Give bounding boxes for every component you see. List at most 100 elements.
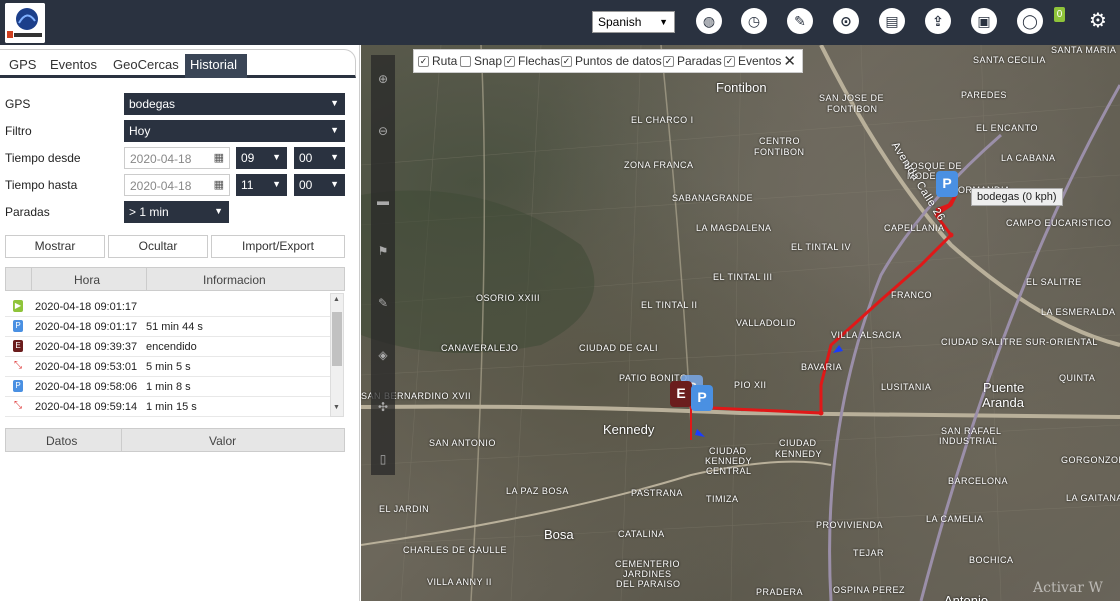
checkbox-checked[interactable]: ✓ bbox=[504, 55, 515, 67]
place-label: FRANCO bbox=[891, 290, 932, 300]
row-info: encendido bbox=[146, 341, 197, 353]
place-label: Puente bbox=[983, 380, 1025, 395]
close-icon[interactable]: ✕ bbox=[783, 52, 796, 70]
col-valor[interactable]: Valor bbox=[209, 434, 236, 448]
desde-date-input[interactable]: 2020-04-18 ▦ bbox=[124, 147, 230, 169]
flag-icon[interactable]: ⚑ bbox=[371, 239, 395, 263]
layer-flechas[interactable]: ✓ Flechas bbox=[504, 54, 560, 68]
place-label: SAN RAFAEL bbox=[941, 426, 1002, 436]
place-label: INDUSTRIAL bbox=[939, 436, 998, 446]
place-label: LA CAMELIA bbox=[926, 514, 984, 524]
gear-icon[interactable]: ⚙ bbox=[1087, 10, 1109, 32]
vehicle-tooltip: bodegas (0 kph) bbox=[971, 188, 1063, 206]
traffic-icon[interactable]: ▯ bbox=[371, 447, 395, 471]
place-label: CAMPO EUCARISTICO bbox=[1006, 218, 1112, 228]
layer-eventos[interactable]: ✓ Eventos bbox=[724, 54, 781, 68]
list-item[interactable]: ⤡ 2020-04-18 09:53:01 5 min 5 s bbox=[5, 357, 330, 377]
place-label: LA ESMERALDA bbox=[1041, 307, 1116, 317]
list-item[interactable]: ⤡ 2020-04-18 09:59:14 1 min 15 s bbox=[5, 397, 330, 417]
gps-select[interactable]: bodegas ▼ bbox=[124, 93, 345, 115]
col-hora[interactable]: Hora bbox=[74, 273, 100, 287]
place-label: DEL PARAISO bbox=[616, 579, 681, 589]
place-label: OSPINA PEREZ bbox=[833, 585, 906, 595]
parking-marker[interactable]: P bbox=[691, 385, 713, 411]
place-label: GORGONZOLA bbox=[1061, 455, 1120, 465]
image-icon[interactable]: ▣ bbox=[971, 8, 997, 34]
checkbox-checked[interactable]: ✓ bbox=[724, 55, 735, 67]
list-item[interactable]: P 2020-04-18 09:01:17 51 min 44 s bbox=[5, 317, 330, 337]
event-marker[interactable]: E bbox=[670, 381, 692, 407]
parking-marker[interactable]: P bbox=[936, 171, 958, 197]
tab-gps[interactable]: GPS bbox=[4, 54, 41, 78]
language-select[interactable]: Spanish ▼ bbox=[592, 11, 675, 33]
place-label: CENTRO bbox=[759, 136, 800, 146]
hasta-date-value: 2020-04-18 bbox=[130, 179, 192, 193]
marker-icon[interactable]: ⊙ bbox=[833, 8, 859, 34]
tab-eventos[interactable]: Eventos bbox=[45, 54, 102, 78]
history-list: ▶ 2020-04-18 09:01:17 P 2020-04-18 09:01… bbox=[5, 293, 330, 417]
pin-icon[interactable]: ✎ bbox=[787, 8, 813, 34]
scroll-thumb[interactable] bbox=[332, 312, 342, 366]
paradas-select[interactable]: > 1 min ▼ bbox=[124, 201, 229, 223]
move-icon[interactable]: ✣ bbox=[371, 395, 395, 419]
list-item[interactable]: E 2020-04-18 09:39:37 encendido bbox=[5, 337, 330, 357]
gps-value: bodegas bbox=[129, 97, 176, 111]
place-label: CIUDAD DE CALI bbox=[579, 343, 659, 353]
import-export-button[interactable]: Import/Export bbox=[211, 235, 345, 258]
scroll-down-icon[interactable]: ▼ bbox=[333, 404, 340, 411]
desde-min-select[interactable]: 00 ▼ bbox=[294, 147, 345, 169]
calendar-icon[interactable]: ▦ bbox=[214, 178, 224, 191]
hasta-min-select[interactable]: 00 ▼ bbox=[294, 174, 345, 196]
history-scrollbar[interactable]: ▲ ▼ bbox=[330, 293, 344, 417]
place-label: CIUDAD SALITRE SUR-ORIENTAL bbox=[941, 337, 1098, 347]
layer-ruta[interactable]: ✓ Ruta bbox=[418, 54, 457, 68]
checkbox-checked[interactable]: ✓ bbox=[561, 55, 572, 67]
chat-icon[interactable]: ◯ bbox=[1017, 8, 1043, 34]
pin-tool-icon[interactable]: ✎ bbox=[371, 291, 395, 315]
list-item[interactable]: ▶ 2020-04-18 09:01:17 bbox=[5, 297, 330, 317]
col-informacion[interactable]: Informacion bbox=[203, 273, 266, 287]
ocultar-button[interactable]: Ocultar bbox=[108, 235, 208, 258]
map-view[interactable]: Fontibon SAN JOSE DE FONTIBON EL CHARCO … bbox=[361, 45, 1120, 601]
place-label: SAN JOSE DE bbox=[819, 93, 885, 103]
zoom-in-icon[interactable]: ⊕ bbox=[371, 67, 395, 91]
place-label: TEJAR bbox=[853, 548, 885, 558]
place-label: Antonio bbox=[944, 593, 989, 601]
document-icon[interactable]: ▤ bbox=[879, 8, 905, 34]
checkbox-checked[interactable]: ✓ bbox=[663, 55, 674, 67]
desde-hour-select[interactable]: 09 ▼ bbox=[236, 147, 287, 169]
row-info: 5 min 5 s bbox=[146, 361, 191, 373]
tab-historial[interactable]: Historial bbox=[185, 54, 247, 78]
col-datos[interactable]: Datos bbox=[46, 434, 77, 448]
place-label: EL TINTAL III bbox=[713, 272, 773, 282]
share-icon[interactable]: ⇪ bbox=[925, 8, 951, 34]
hasta-hour-select[interactable]: 11 ▼ bbox=[236, 174, 287, 196]
layer-label: Paradas bbox=[677, 54, 722, 68]
car-icon[interactable]: ▬ bbox=[371, 189, 395, 213]
tab-geocercas[interactable]: GeoCercas bbox=[108, 54, 184, 78]
place-label: CAPELLANIA bbox=[884, 223, 945, 233]
layer-puntos[interactable]: ✓ Puntos de datos bbox=[561, 54, 662, 68]
place-label: EL SALITRE bbox=[1026, 277, 1082, 287]
clock-icon[interactable]: ◷ bbox=[741, 8, 767, 34]
place-label: CATALINA bbox=[618, 529, 665, 539]
tag-icon[interactable]: ◈ bbox=[371, 343, 395, 367]
layer-paradas[interactable]: ✓ Paradas bbox=[663, 54, 722, 68]
list-item[interactable]: P 2020-04-18 09:58:06 1 min 8 s bbox=[5, 377, 330, 397]
checkbox-checked[interactable]: ✓ bbox=[418, 55, 429, 67]
filtro-select[interactable]: Hoy ▼ bbox=[124, 120, 345, 142]
layer-snap[interactable]: Snap bbox=[460, 54, 502, 68]
calendar-icon[interactable]: ▦ bbox=[214, 151, 224, 164]
checkbox-unchecked[interactable] bbox=[460, 55, 471, 67]
place-label: JARDINES bbox=[623, 569, 672, 579]
place-label: SAN ANTONIO bbox=[429, 438, 496, 448]
mostrar-button[interactable]: Mostrar bbox=[5, 235, 105, 258]
hasta-date-input[interactable]: 2020-04-18 ▦ bbox=[124, 174, 230, 196]
data-table-body bbox=[5, 453, 345, 601]
filtro-value: Hoy bbox=[129, 124, 151, 138]
globe-icon[interactable]: ◍ bbox=[696, 8, 722, 34]
scroll-up-icon[interactable]: ▲ bbox=[333, 296, 340, 303]
place-label: BOCHICA bbox=[969, 555, 1014, 565]
zoom-out-icon[interactable]: ⊖ bbox=[371, 119, 395, 143]
filtro-label: Filtro bbox=[5, 124, 32, 138]
